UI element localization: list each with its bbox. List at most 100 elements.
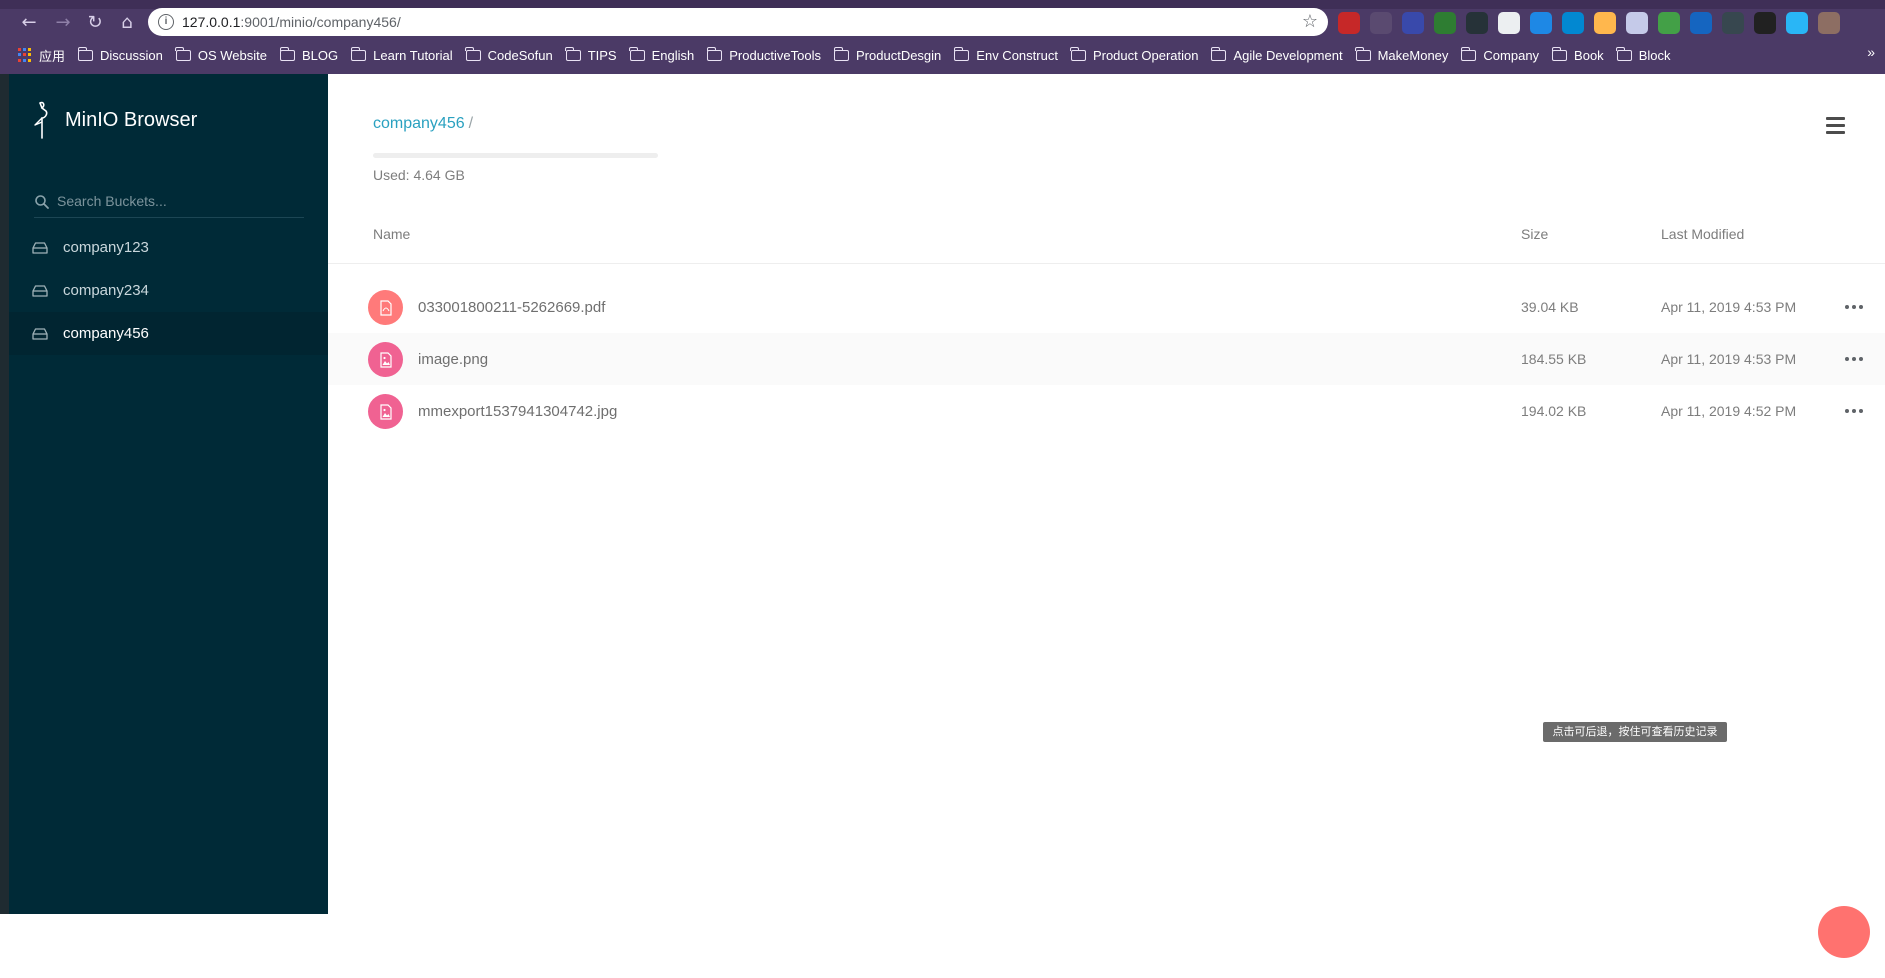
bookmarks-more-button[interactable]: » (1867, 44, 1875, 60)
browser-extension-icon[interactable] (1498, 12, 1520, 34)
browser-extension-icon[interactable] (1658, 12, 1680, 34)
reload-icon[interactable]: ↻ (84, 12, 106, 34)
file-last-modified: Apr 11, 2019 4:52 PM (1661, 403, 1797, 419)
extensions-toolbar (1338, 12, 1840, 34)
bookmark-label: Env Construct (976, 47, 1058, 63)
browser-chrome: ← → ↻ ⌂ i 127.0.0.1:9001/minio/company45… (0, 0, 1885, 74)
breadcrumb-bucket-link[interactable]: company456 (373, 115, 465, 132)
bookmark-label: Book (1574, 47, 1604, 63)
bookmark-item[interactable]: Discussion (77, 46, 163, 63)
file-name[interactable]: image.png (418, 351, 488, 368)
browser-extension-icon[interactable] (1818, 12, 1840, 34)
bucket-list: company123 company234 company456 (9, 226, 328, 355)
file-size: 184.55 KB (1521, 351, 1587, 367)
search-buckets-input[interactable] (57, 190, 297, 212)
bookmark-star-icon[interactable]: ☆ (1302, 11, 1318, 32)
browser-extension-icon[interactable] (1466, 12, 1488, 34)
browser-extension-icon[interactable] (1530, 12, 1552, 34)
sidebar-item-company234[interactable]: company234 (9, 269, 328, 312)
folder-icon (77, 46, 94, 61)
browser-extension-icon[interactable] (1434, 12, 1456, 34)
bookmark-label: Discussion (100, 47, 163, 63)
url-path: :9001/minio/company456/ (240, 14, 401, 30)
forward-arrow-icon[interactable]: → (52, 12, 74, 34)
file-name[interactable]: 033001800211-5262669.pdf (418, 299, 605, 316)
bookmark-item[interactable]: BLOG (279, 46, 338, 63)
file-last-modified: Apr 11, 2019 4:53 PM (1661, 299, 1797, 315)
file-row[interactable]: 033001800211-5262669.pdf 39.04 KB Apr 11, … (328, 281, 1885, 333)
column-header-size[interactable]: Size (1521, 226, 1548, 242)
file-row[interactable]: image.png 184.55 KB Apr 11, 2019 4:53 PM (328, 333, 1885, 385)
bookmark-label: ProductDesgin (856, 47, 942, 63)
app-root: ← → ↻ ⌂ i 127.0.0.1:9001/minio/company45… (0, 0, 1885, 978)
bookmark-label: MakeMoney (1377, 47, 1449, 63)
bookmark-label: ProductiveTools (729, 47, 822, 63)
browser-extension-icon[interactable] (1786, 12, 1808, 34)
bookmark-label: English (651, 47, 695, 63)
file-size: 194.02 KB (1521, 403, 1587, 419)
bookmark-label: TIPS (587, 47, 617, 63)
bookmark-item[interactable]: 应用 (18, 46, 65, 65)
bookmark-item[interactable]: Agile Development (1210, 46, 1343, 63)
bucket-drive-icon (32, 284, 48, 297)
folder-icon (1210, 46, 1227, 61)
bookmark-item[interactable]: ProductDesgin (833, 46, 942, 63)
browser-extension-icon[interactable] (1690, 12, 1712, 34)
file-name[interactable]: mmexport1537941304742.jpg (418, 403, 617, 420)
address-bar[interactable]: i 127.0.0.1:9001/minio/company456/ ☆ (148, 8, 1328, 36)
back-arrow-icon[interactable]: ← (18, 12, 40, 34)
more-actions-icon[interactable] (1845, 305, 1863, 310)
folder-icon (175, 46, 191, 61)
bookmark-item[interactable]: CodeSofun (465, 46, 553, 63)
bucket-search (34, 186, 304, 218)
bookmark-item[interactable]: MakeMoney (1355, 46, 1449, 63)
bucket-drive-icon (32, 327, 48, 340)
bucket-label: company234 (63, 282, 149, 299)
folder-icon (1460, 46, 1477, 61)
browser-extension-icon[interactable] (1594, 12, 1616, 34)
column-header-name[interactable]: Name (373, 226, 410, 242)
add-fab-button[interactable] (1818, 906, 1870, 958)
address-url[interactable]: 127.0.0.1:9001/minio/company456/ (182, 14, 401, 30)
more-actions-icon[interactable] (1845, 357, 1863, 362)
brand: MinIO Browser (31, 100, 197, 140)
folder-icon (1355, 46, 1371, 61)
browser-extension-icon[interactable] (1370, 12, 1392, 34)
back-button-tooltip: 点击可后退，按住可查看历史记录 (1543, 722, 1727, 742)
bookmark-item[interactable]: Learn Tutorial (350, 46, 453, 63)
hamburger-menu-icon[interactable] (1826, 117, 1846, 135)
browser-extension-icon[interactable] (1722, 12, 1744, 34)
browser-extension-icon[interactable] (1562, 12, 1584, 34)
folder-icon (279, 46, 295, 61)
search-icon (35, 195, 49, 209)
file-row[interactable]: mmexport1537941304742.jpg 194.02 KB Apr 11… (328, 385, 1885, 437)
file-table-header: Name Size Last Modified (328, 220, 1885, 264)
bookmark-item[interactable]: TIPS (565, 46, 617, 63)
home-icon[interactable]: ⌂ (116, 12, 138, 34)
bookmark-label: CodeSofun (487, 47, 553, 63)
sidebar-item-company456[interactable]: company456 (9, 312, 328, 355)
bookmark-item[interactable]: Product Operation (1070, 46, 1198, 63)
file-last-modified: Apr 11, 2019 4:53 PM (1661, 351, 1797, 367)
sidebar: MinIO Browser company123company234compan… (9, 74, 328, 914)
bookmark-item[interactable]: Book (1551, 46, 1604, 63)
folder-icon (1551, 46, 1568, 61)
bookmark-item[interactable]: English (629, 46, 695, 63)
browser-extension-icon[interactable] (1338, 12, 1360, 34)
browser-extension-icon[interactable] (1754, 12, 1776, 34)
site-info-icon[interactable]: i (158, 14, 174, 30)
sidebar-item-company123[interactable]: company123 (9, 226, 328, 269)
column-header-last-modified[interactable]: Last Modified (1661, 226, 1744, 242)
browser-extension-icon[interactable] (1626, 12, 1648, 34)
bookmark-item[interactable]: OS Website (175, 46, 267, 63)
bookmark-item[interactable]: Env Construct (953, 46, 1058, 63)
bookmark-item[interactable]: Company (1460, 46, 1539, 63)
bookmark-item[interactable]: ProductiveTools (706, 46, 822, 63)
browser-extension-icon[interactable] (1402, 12, 1424, 34)
file-list: 033001800211-5262669.pdf 39.04 KB Apr 11, … (328, 281, 1885, 437)
file-size: 39.04 KB (1521, 299, 1579, 315)
folder-icon (465, 46, 481, 61)
more-actions-icon[interactable] (1845, 409, 1863, 414)
folder-icon (350, 46, 367, 61)
bookmark-item[interactable]: Block (1616, 46, 1670, 63)
